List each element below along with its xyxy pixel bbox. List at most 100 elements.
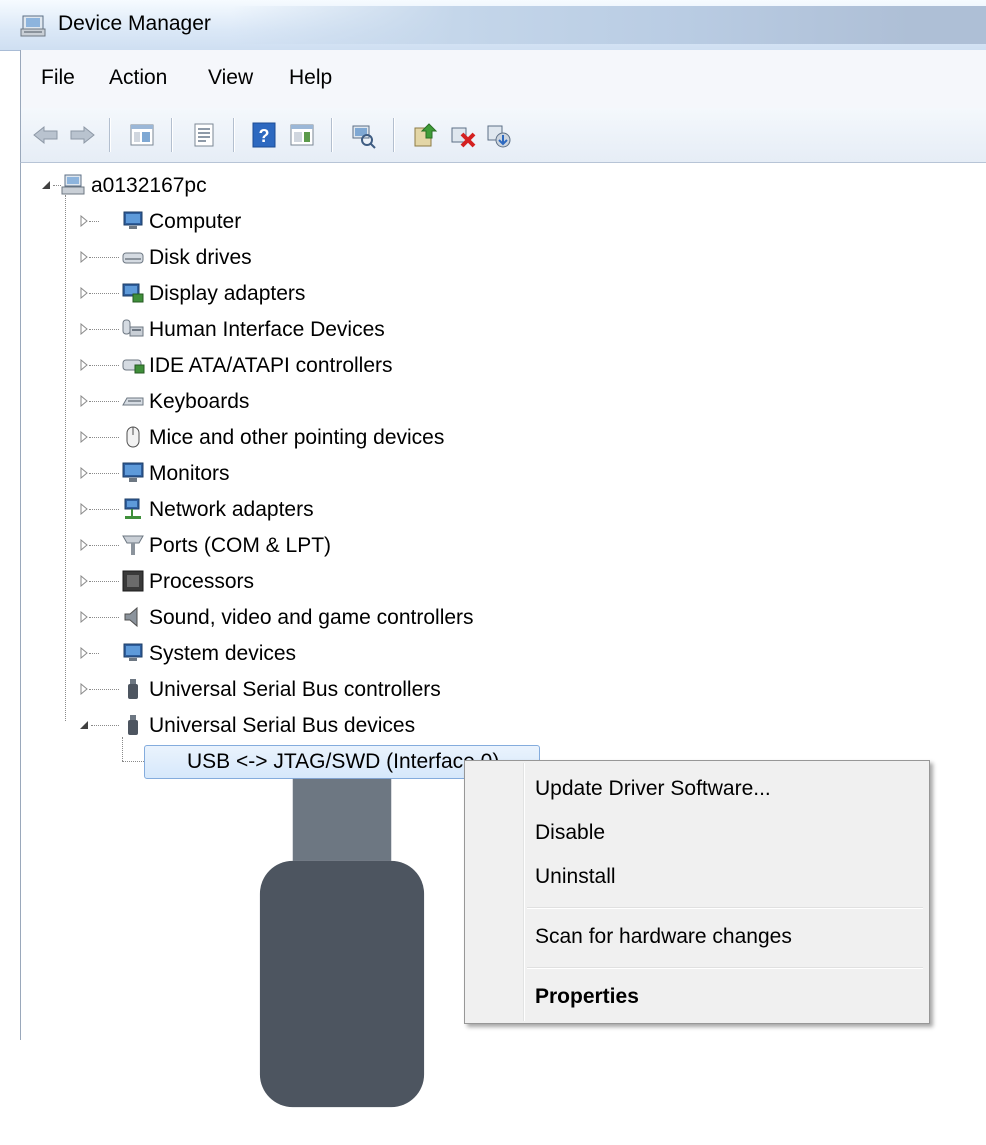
show-action-pane-icon[interactable]: [287, 120, 317, 150]
tree-category-label: Universal Serial Bus devices: [149, 714, 416, 737]
toolbar-separator: [109, 118, 110, 152]
menu-view[interactable]: View: [204, 66, 257, 90]
toolbar-separator: [171, 118, 172, 152]
expand-icon[interactable]: [79, 575, 89, 587]
tree-category-ports[interactable]: Ports (COM & LPT): [21, 529, 521, 561]
toolbar-separator: [393, 118, 394, 152]
tree-category-label: Monitors: [149, 462, 230, 485]
toolbar-separator: [331, 118, 332, 152]
tree-root[interactable]: a0132167pc: [21, 169, 321, 201]
help-icon[interactable]: ?: [249, 120, 279, 150]
tree-category-keyboards[interactable]: Keyboards: [21, 385, 521, 417]
properties-icon[interactable]: [189, 120, 219, 150]
tree-category-hid[interactable]: Human Interface Devices: [21, 313, 521, 345]
tree-category-network-adapters[interactable]: Network adapters: [21, 493, 521, 525]
update-driver-icon[interactable]: [409, 120, 439, 150]
expand-icon[interactable]: [79, 323, 89, 335]
display-adapter-icon: [122, 283, 144, 303]
menu-update-driver-software[interactable]: Update Driver Software...: [535, 777, 771, 801]
tree-category-label: Sound, video and game controllers: [149, 606, 474, 629]
tree-category-usb-controllers[interactable]: Universal Serial Bus controllers: [21, 673, 521, 705]
tree-category-ide-ata[interactable]: IDE ATA/ATAPI controllers: [21, 349, 521, 381]
ide-controller-icon: [122, 359, 145, 374]
context-menu: Update Driver Software... Disable Uninst…: [464, 760, 930, 1024]
tree-category-label: Processors: [149, 570, 255, 593]
usb-icon: [128, 679, 138, 699]
tree-category-usb-devices[interactable]: Universal Serial Bus devices: [21, 709, 521, 741]
disable-icon[interactable]: [483, 120, 513, 150]
svg-text:?: ?: [259, 126, 270, 146]
system-devices-icon: [123, 643, 143, 661]
expand-icon[interactable]: [79, 611, 89, 623]
expand-icon[interactable]: [79, 539, 89, 551]
expand-icon[interactable]: [79, 251, 89, 263]
title-bar: Device Manager: [0, 0, 986, 51]
device-manager-icon: [20, 15, 46, 37]
collapse-icon[interactable]: [41, 179, 51, 191]
expand-icon[interactable]: [79, 431, 89, 443]
context-menu-separator: [527, 907, 923, 909]
hid-icon: [122, 319, 144, 337]
context-menu-gutter: [523, 763, 524, 1021]
tree-category-label: Network adapters: [149, 498, 314, 521]
selected-device-label: USB <-> JTAG/SWD (Interface 0): [187, 750, 500, 773]
port-icon: [122, 535, 144, 555]
window-title: Device Manager: [58, 12, 211, 35]
uninstall-icon[interactable]: [447, 120, 477, 150]
mouse-icon: [126, 426, 140, 448]
computer-network-icon: [61, 174, 85, 195]
title-bar-background: [230, 6, 986, 44]
network-adapter-icon: [124, 498, 141, 519]
toolbar-separator: [233, 118, 234, 152]
tree-category-label: Disk drives: [149, 246, 252, 269]
tree-category-label: Universal Serial Bus controllers: [149, 678, 441, 701]
expand-icon[interactable]: [79, 359, 89, 371]
tree-category-label: Human Interface Devices: [149, 318, 385, 341]
monitor-icon: [122, 462, 144, 482]
tree-category-label: Keyboards: [149, 390, 250, 413]
toolbar: ?: [20, 108, 986, 163]
expand-icon[interactable]: [79, 467, 89, 479]
tree-category-label: Display adapters: [149, 282, 306, 305]
scan-hardware-icon[interactable]: [347, 120, 377, 150]
back-icon[interactable]: [31, 120, 61, 150]
tree-category-label: System devices: [149, 642, 297, 665]
expand-icon[interactable]: [79, 647, 89, 659]
tree-root-label: a0132167pc: [91, 174, 207, 197]
tree-category-monitors[interactable]: Monitors: [21, 457, 521, 489]
context-menu-separator: [527, 967, 923, 969]
tree-category-display-adapters[interactable]: Display adapters: [21, 277, 521, 309]
forward-icon[interactable]: [67, 120, 97, 150]
tree-category-label: Mice and other pointing devices: [149, 426, 445, 449]
menu-properties[interactable]: Properties: [535, 985, 639, 1009]
menu-uninstall[interactable]: Uninstall: [535, 865, 616, 889]
menu-help[interactable]: Help: [285, 66, 336, 90]
show-hide-console-tree-icon[interactable]: [127, 120, 157, 150]
menu-action[interactable]: Action: [105, 66, 171, 90]
tree-category-label: Ports (COM & LPT): [149, 534, 332, 557]
speaker-icon: [124, 606, 138, 628]
menu-bar: File Action View Help: [20, 50, 986, 108]
tree-category-computer[interactable]: Computer: [21, 205, 521, 237]
expand-icon[interactable]: [79, 395, 89, 407]
disk-drive-icon: [122, 252, 144, 264]
collapse-icon[interactable]: [79, 719, 89, 731]
tree-category-processors[interactable]: Processors: [21, 565, 521, 597]
keyboard-icon: [122, 397, 144, 406]
computer-icon: [123, 211, 143, 229]
tree-category-sound[interactable]: Sound, video and game controllers: [21, 601, 561, 633]
expand-icon[interactable]: [79, 503, 89, 515]
tree-category-system-devices[interactable]: System devices: [21, 637, 521, 669]
expand-icon[interactable]: [79, 683, 89, 695]
menu-file[interactable]: File: [37, 66, 79, 90]
tree-category-label: Computer: [149, 210, 242, 233]
expand-icon[interactable]: [79, 215, 89, 227]
usb-icon: [128, 715, 138, 735]
tree-category-mice[interactable]: Mice and other pointing devices: [21, 421, 541, 453]
menu-scan-for-hardware-changes[interactable]: Scan for hardware changes: [535, 925, 792, 949]
tree-category-label: IDE ATA/ATAPI controllers: [149, 354, 393, 377]
processor-icon: [122, 570, 144, 592]
menu-disable[interactable]: Disable: [535, 821, 605, 845]
tree-category-disk-drives[interactable]: Disk drives: [21, 241, 521, 273]
expand-icon[interactable]: [79, 287, 89, 299]
